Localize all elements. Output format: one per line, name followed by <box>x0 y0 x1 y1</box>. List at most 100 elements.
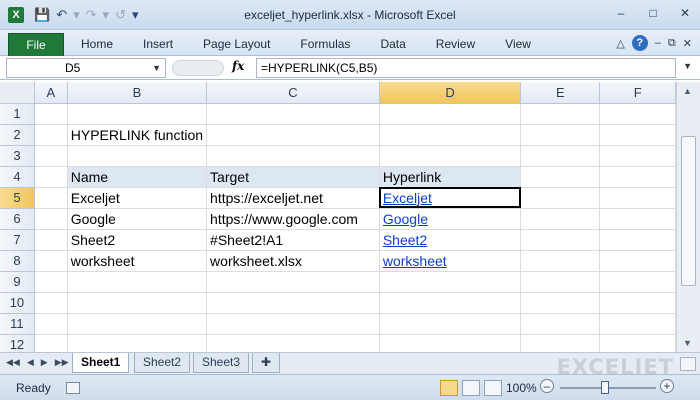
cell[interactable] <box>599 229 676 251</box>
target-cell[interactable]: worksheet.xlsx <box>206 249 380 272</box>
cell[interactable] <box>67 271 208 293</box>
cell[interactable] <box>520 187 601 209</box>
minimize-button[interactable]: – <box>612 6 630 20</box>
cell[interactable] <box>34 292 68 314</box>
row-header[interactable]: 1 <box>0 103 35 125</box>
cell[interactable] <box>34 271 68 293</box>
cell[interactable] <box>34 229 68 251</box>
cell[interactable] <box>599 334 676 352</box>
cell[interactable] <box>520 145 601 167</box>
horizontal-scroll-button[interactable] <box>680 357 696 371</box>
row-header[interactable]: 8 <box>0 250 35 272</box>
column-header-d[interactable]: D <box>379 82 522 104</box>
cell[interactable] <box>379 313 522 335</box>
doc-restore-button[interactable]: ⧉ <box>668 37 676 50</box>
cell[interactable] <box>34 250 68 272</box>
cell[interactable] <box>599 313 676 335</box>
doc-close-button[interactable]: ✕ <box>683 37 692 50</box>
zoom-level[interactable]: 100% <box>506 381 537 395</box>
tab-home[interactable]: Home <box>66 30 128 56</box>
cell[interactable] <box>206 124 380 146</box>
tab-view[interactable]: View <box>490 30 546 56</box>
cell[interactable] <box>599 292 676 314</box>
cell[interactable] <box>379 292 522 314</box>
cell[interactable] <box>67 145 208 167</box>
sheet-tab-sheet2[interactable]: Sheet2 <box>134 353 191 373</box>
cell[interactable] <box>34 166 68 188</box>
row-header[interactable]: 2 <box>0 124 35 146</box>
formula-input[interactable]: =HYPERLINK(C5,B5) <box>256 58 676 78</box>
name-cell[interactable]: Exceljet <box>66 186 208 209</box>
expand-formula-bar-icon[interactable]: ▼ <box>683 61 692 71</box>
zoom-in-icon[interactable]: + <box>660 379 674 393</box>
column-header-c[interactable]: C <box>206 82 380 104</box>
cell[interactable] <box>520 124 601 146</box>
name-box-dropdown-icon[interactable]: ▼ <box>152 59 161 77</box>
target-cell[interactable]: https://exceljet.net <box>206 186 380 209</box>
normal-view-button[interactable] <box>440 380 458 396</box>
cell[interactable] <box>206 313 380 335</box>
cell[interactable] <box>34 187 68 209</box>
column-header-a[interactable]: A <box>34 82 68 104</box>
ribbon-collapse-icon[interactable]: △ <box>616 37 624 50</box>
row-header[interactable]: 7 <box>0 229 35 251</box>
hyperlink[interactable]: worksheet <box>383 253 447 269</box>
table-header-name[interactable]: Name <box>66 165 208 188</box>
cell[interactable] <box>206 292 380 314</box>
cell[interactable] <box>34 124 68 146</box>
hyperlink[interactable]: Sheet2 <box>383 232 427 248</box>
scroll-up-icon[interactable]: ▲ <box>683 86 692 96</box>
scroll-down-icon[interactable]: ▼ <box>683 338 692 348</box>
cell[interactable] <box>599 271 676 293</box>
cell[interactable] <box>67 334 208 352</box>
scroll-thumb[interactable] <box>681 136 696 286</box>
cell[interactable] <box>34 208 68 230</box>
select-all-corner[interactable] <box>0 82 35 104</box>
sheet-title-cell[interactable]: HYPERLINK function <box>67 124 208 146</box>
cell[interactable] <box>379 145 522 167</box>
cell[interactable] <box>599 250 676 272</box>
cell[interactable] <box>34 145 68 167</box>
cell[interactable] <box>520 334 601 352</box>
cell[interactable] <box>206 334 380 352</box>
row-header[interactable]: 9 <box>0 271 35 293</box>
cell[interactable] <box>206 103 380 125</box>
next-sheet-icon[interactable]: ▶ <box>41 357 48 368</box>
cell[interactable] <box>520 103 601 125</box>
zoom-slider-handle[interactable] <box>601 381 609 394</box>
sheet-tab-sheet1[interactable]: Sheet1 <box>72 353 130 373</box>
cell[interactable] <box>520 208 601 230</box>
cell[interactable] <box>67 313 208 335</box>
cell[interactable] <box>379 124 522 146</box>
insert-function-icon[interactable]: fx <box>232 59 244 73</box>
cell[interactable] <box>599 187 676 209</box>
row-header[interactable]: 3 <box>0 145 35 167</box>
macro-record-icon[interactable] <box>66 382 80 394</box>
cell[interactable] <box>206 271 380 293</box>
cell[interactable] <box>599 208 676 230</box>
name-cell[interactable]: Sheet2 <box>66 228 208 251</box>
cell[interactable] <box>67 103 208 125</box>
cell[interactable] <box>599 145 676 167</box>
hyperlink-cell[interactable]: Exceljet <box>378 186 522 209</box>
vertical-scrollbar[interactable]: ▲ ▼ <box>676 82 700 352</box>
row-header[interactable]: 5 <box>0 187 35 209</box>
row-header[interactable]: 6 <box>0 208 35 230</box>
name-cell[interactable]: Google <box>66 207 208 230</box>
name-box[interactable]: D5 ▼ <box>6 58 166 78</box>
close-button[interactable]: ✕ <box>676 6 694 20</box>
cell[interactable] <box>379 103 522 125</box>
cell[interactable] <box>206 145 380 167</box>
cell[interactable] <box>520 313 601 335</box>
cell[interactable] <box>599 103 676 125</box>
row-header[interactable]: 4 <box>0 166 35 188</box>
insert-sheet-icon[interactable]: ✚ <box>252 353 281 373</box>
maximize-button[interactable]: □ <box>644 6 662 20</box>
cell[interactable] <box>34 313 68 335</box>
cell[interactable] <box>599 166 676 188</box>
tab-data[interactable]: Data <box>365 30 420 56</box>
cell[interactable] <box>520 292 601 314</box>
cell[interactable] <box>34 334 68 352</box>
column-header-b[interactable]: B <box>67 82 208 104</box>
cell[interactable] <box>520 250 601 272</box>
